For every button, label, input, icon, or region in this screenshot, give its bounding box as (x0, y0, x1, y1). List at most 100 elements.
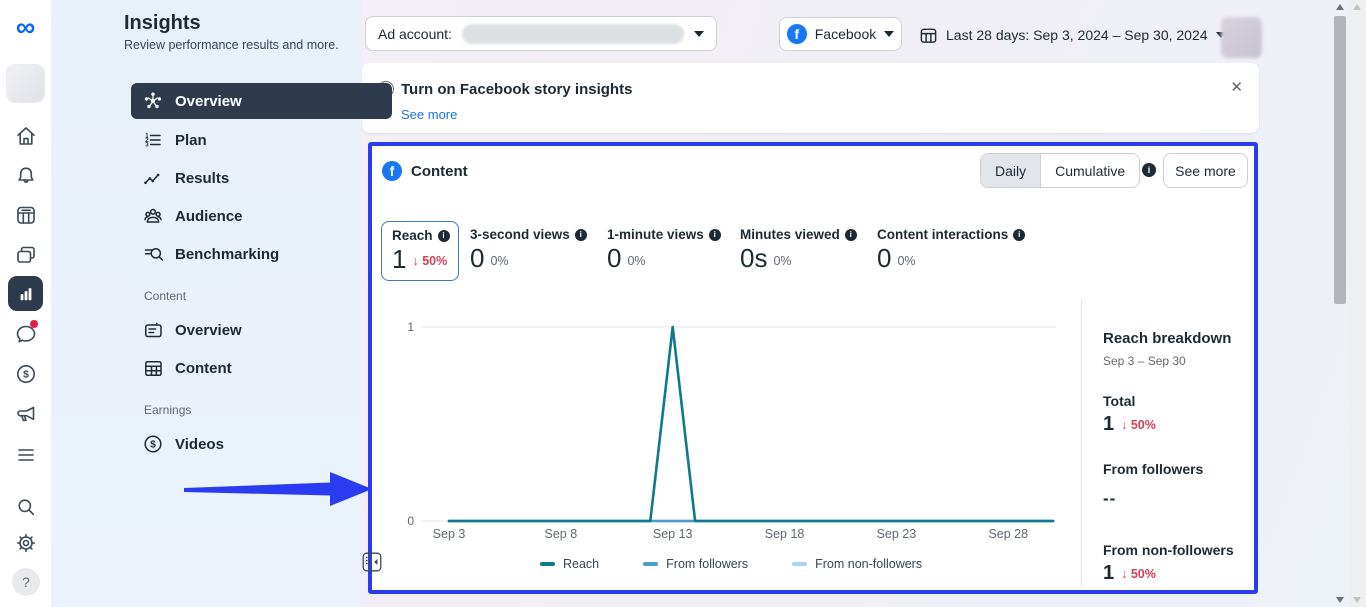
left-rail: ∞ $ ? (0, 0, 51, 607)
metric-reach[interactable]: Reachi 1↓ 50% (381, 221, 459, 281)
banner-see-more-link[interactable]: See more (401, 107, 457, 122)
scroll-up-icon[interactable] (1353, 4, 1361, 10)
metric-label: Minutes viewed (740, 227, 840, 242)
facebook-icon: f (787, 24, 807, 44)
breakdown-total-value: 1 (1103, 414, 1114, 434)
planner-icon[interactable] (14, 203, 38, 227)
scroll-up-icon[interactable] (1336, 4, 1344, 10)
chart-legend: Reach From followers From non-followers (540, 557, 922, 571)
scroll-down-icon[interactable] (1353, 597, 1361, 603)
breakdown-non-followers-delta: ↓ 50% (1121, 567, 1156, 583)
info-icon: i (575, 229, 587, 241)
notifications-bell-icon[interactable] (14, 164, 38, 188)
metric-label: Content interactions (877, 227, 1008, 242)
legend-label: From followers (666, 557, 748, 571)
see-more-button[interactable]: See more (1163, 153, 1248, 188)
main-area: Ad account: f Facebook Last 28 days: Sep… (361, 0, 1366, 607)
breakdown-followers-label: From followers (1103, 461, 1258, 477)
meta-logo[interactable]: ∞ (0, 12, 51, 42)
profile-avatar[interactable] (6, 64, 45, 103)
svg-text:Sep 23: Sep 23 (877, 527, 917, 541)
legend-item[interactable]: From non-followers (792, 557, 922, 571)
svg-text:0: 0 (407, 514, 414, 528)
date-range-label: Last 28 days: Sep 3, 2024 – Sep 30, 2024 (946, 27, 1208, 43)
sidebar-item-results[interactable]: Results (131, 159, 392, 197)
help-icon[interactable]: ? (12, 568, 40, 596)
info-icon: i (438, 230, 450, 242)
ads-megaphone-icon[interactable] (14, 402, 38, 426)
metric-value: 0 (607, 244, 621, 272)
sidebar-item-plan[interactable]: 123 Plan (131, 121, 392, 159)
breakdown-total-label: Total (1103, 393, 1258, 409)
legend-label: Reach (563, 557, 599, 571)
account-avatar[interactable] (1221, 17, 1262, 58)
legend-item[interactable]: From followers (643, 557, 748, 571)
insights-chart-icon[interactable] (8, 276, 43, 311)
sidebar-item-overview[interactable]: Overview (131, 83, 392, 119)
insights-nav: Overview 123 Plan Results Audience Bench… (131, 83, 392, 463)
trend-line-icon (142, 167, 164, 189)
scrollbar-thumb[interactable] (1334, 16, 1346, 304)
hub-icon (142, 90, 164, 112)
feed-card-icon (142, 319, 164, 341)
metric-value: 0 (877, 244, 891, 272)
info-icon: i (1013, 229, 1025, 241)
monetization-icon[interactable]: $ (14, 362, 38, 386)
date-range-picker[interactable]: Last 28 days: Sep 3, 2024 – Sep 30, 2024 (919, 21, 1226, 49)
sidebar-item-videos[interactable]: $ Videos (131, 425, 392, 463)
breakdown-followers-value: -- (1103, 489, 1258, 509)
svg-text:1: 1 (407, 320, 414, 334)
settings-gear-icon[interactable] (14, 531, 38, 555)
table-icon (142, 357, 164, 379)
toggle-daily[interactable]: Daily (981, 154, 1041, 187)
metric-label: 1-minute views (607, 227, 704, 242)
posts-icon[interactable] (14, 243, 38, 267)
outer-scrollbar[interactable] (1349, 0, 1366, 607)
legend-swatch (540, 562, 555, 566)
metric-content-interactions[interactable]: Content interactionsi 00% (877, 227, 1025, 272)
metric-label: Reach (392, 228, 433, 243)
annotation-arrow (180, 462, 376, 516)
sidebar-item-content[interactable]: Content (131, 349, 392, 387)
svg-text:Sep 28: Sep 28 (988, 527, 1028, 541)
info-icon[interactable]: i (1142, 163, 1156, 177)
numbered-list-icon: 123 (142, 129, 164, 151)
card-header: f Content (382, 161, 468, 181)
reach-line-chart[interactable]: 10Sep 3Sep 8Sep 13Sep 18Sep 23Sep 28 (398, 311, 1070, 551)
close-icon[interactable]: ✕ (1230, 78, 1243, 96)
reach-breakdown-panel: Reach breakdown Sep 3 – Sep 30 Total 1↓ … (1103, 330, 1258, 583)
sidebar-item-label: Overview (175, 93, 242, 110)
collapse-sidebar-icon[interactable] (362, 552, 382, 572)
metric-3-second-views[interactable]: 3-second viewsi 00% (470, 227, 587, 272)
sidebar-item-content-overview[interactable]: Overview (131, 311, 392, 349)
search-icon[interactable] (14, 495, 38, 519)
metric-delta: ↓ 50% (412, 254, 447, 273)
ad-account-label: Ad account: (378, 26, 452, 42)
sidebar-item-label: Benchmarking (175, 246, 279, 263)
metric-delta: 0% (773, 254, 791, 272)
inner-scrollbar[interactable] (1332, 0, 1349, 607)
card-title: Content (411, 163, 468, 180)
metric-value: 0 (470, 244, 484, 272)
ad-account-dropdown[interactable]: Ad account: (365, 16, 717, 51)
sidebar-item-benchmarking[interactable]: Benchmarking (131, 235, 392, 273)
legend-item[interactable]: Reach (540, 557, 599, 571)
people-icon (142, 205, 164, 227)
section-label-earnings: Earnings (131, 387, 392, 425)
section-label-content: Content (131, 273, 392, 311)
scroll-down-icon[interactable] (1336, 597, 1344, 603)
metric-minutes-viewed[interactable]: Minutes viewedi 0s0% (740, 227, 857, 272)
legend-label: From non-followers (815, 557, 922, 571)
metric-1-minute-views[interactable]: 1-minute viewsi 00% (607, 227, 721, 272)
sidebar-item-audience[interactable]: Audience (131, 197, 392, 235)
metric-delta: 0% (627, 254, 645, 272)
search-lines-icon (142, 243, 164, 265)
more-menu-icon[interactable] (14, 443, 38, 467)
breakdown-non-followers-label: From non-followers (1103, 542, 1258, 558)
channel-dropdown[interactable]: f Facebook (779, 17, 902, 51)
toggle-cumulative[interactable]: Cumulative (1041, 154, 1139, 187)
legend-swatch (643, 562, 658, 566)
home-icon[interactable] (14, 124, 38, 148)
page-title: Insights (124, 12, 201, 35)
svg-text:Sep 18: Sep 18 (765, 527, 805, 541)
